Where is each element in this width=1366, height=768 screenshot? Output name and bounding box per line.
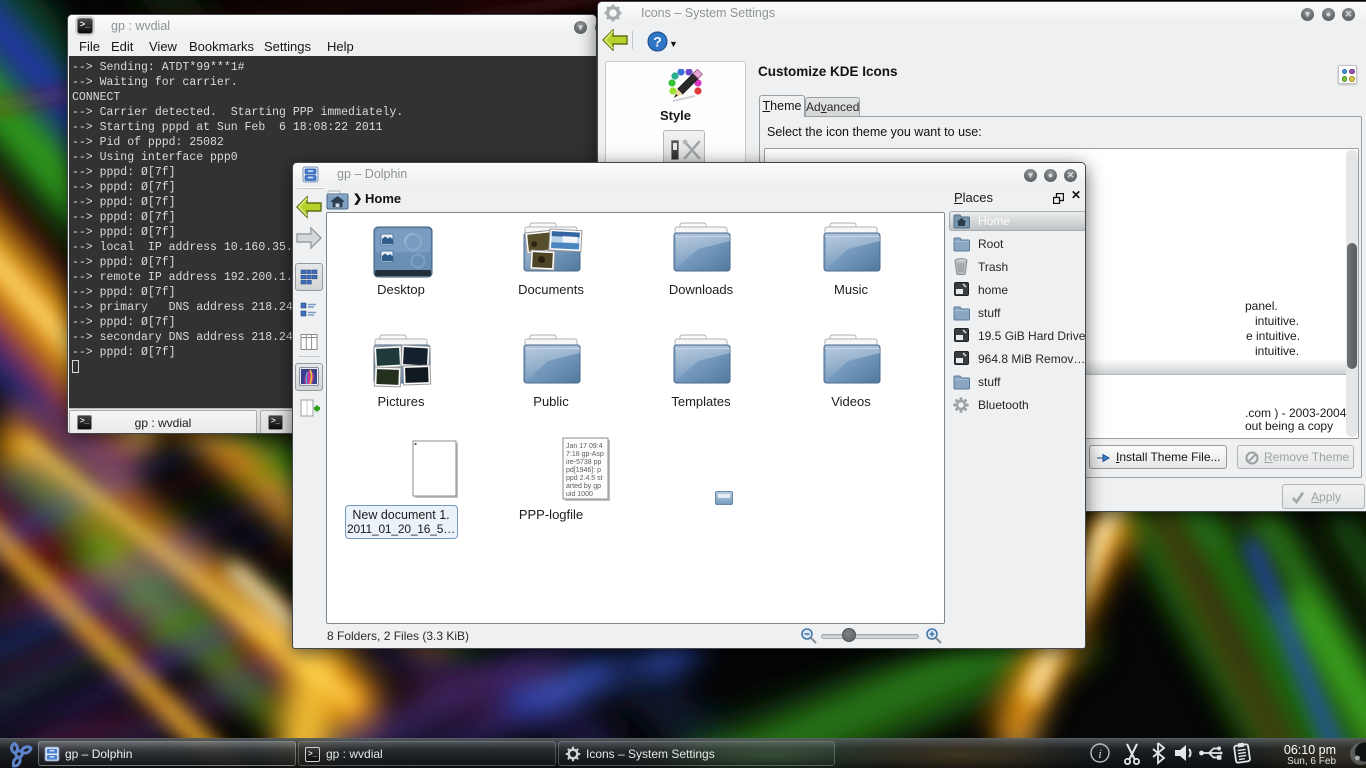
svg-text:?: ? [653, 34, 662, 50]
svg-text:i: i [1098, 746, 1102, 761]
